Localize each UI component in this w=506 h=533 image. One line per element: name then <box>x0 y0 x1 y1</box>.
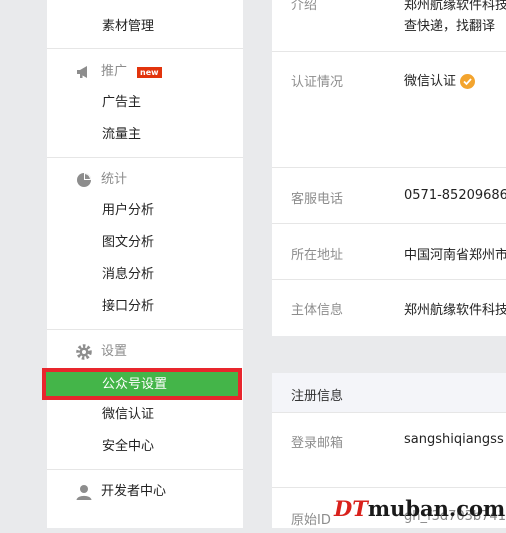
divider <box>47 48 243 49</box>
row-certification: 认证情况 微信认证 <box>272 52 506 168</box>
divider <box>47 469 243 470</box>
sidebar-item-article-analysis[interactable]: 图文分析 <box>102 233 154 253</box>
sidebar-group-developer[interactable]: 开发者中心 <box>75 481 166 503</box>
sidebar-group-promotion: 推广 new <box>75 61 162 83</box>
origin-id-label: 原始ID <box>291 513 331 528</box>
account-info-card: 介绍 郑州航缘软件科技 查快递，找翻译 认证情况 微信认证 客服电话 0571-… <box>272 0 506 336</box>
user-icon <box>76 485 92 500</box>
sidebar-group-statistics: 统计 <box>75 169 127 191</box>
email-label: 登录邮箱 <box>291 436 344 451</box>
cert-label: 认证情况 <box>291 75 344 90</box>
register-section-header: 注册信息 <box>272 373 506 413</box>
sidebar-item-advertiser[interactable]: 广告主 <box>102 93 141 113</box>
divider <box>47 157 243 158</box>
new-badge: new <box>137 66 162 78</box>
megaphone-icon <box>77 66 87 78</box>
gear-icon <box>76 344 92 360</box>
sidebar-item-wechat-verify[interactable]: 微信认证 <box>102 405 154 425</box>
subject-value: 郑州航缘软件科技 <box>404 303 506 318</box>
sidebar-item-security-center[interactable]: 安全中心 <box>102 437 154 457</box>
divider <box>47 329 243 330</box>
cert-value: 微信认证 <box>404 70 476 89</box>
row-email: 登录邮箱 sangshiqiangss <box>272 413 506 488</box>
intro-value-line2: 查快递，找翻译 <box>404 19 496 34</box>
sidebar-item-user-analysis[interactable]: 用户分析 <box>102 201 154 221</box>
sidebar-item-account-settings[interactable]: 公众号设置 <box>42 368 242 400</box>
pie-chart-icon <box>77 173 91 187</box>
subject-label: 主体信息 <box>291 303 344 318</box>
intro-label: 介绍 <box>291 0 318 13</box>
phone-value: 0571-85209686 <box>404 188 506 203</box>
address-value: 中国河南省郑州市 <box>404 248 506 263</box>
email-value: sangshiqiangss <box>404 432 504 447</box>
row-intro: 介绍 郑州航缘软件科技 查快递，找翻译 <box>272 0 506 52</box>
sidebar-item-publisher[interactable]: 流量主 <box>102 125 141 145</box>
intro-value: 郑州航缘软件科技 <box>404 0 506 13</box>
sidebar: 素材管理 推广 new 广告主 流量主 统计 用户分析 图文分析 消息分析 接口分… <box>47 0 243 528</box>
sidebar-item-message-analysis[interactable]: 消息分析 <box>102 265 154 285</box>
sidebar-item-materials[interactable]: 素材管理 <box>102 17 154 37</box>
row-subject: 主体信息 郑州航缘软件科技 <box>272 280 506 335</box>
address-label: 所在地址 <box>291 248 344 263</box>
sidebar-group-settings: 设置 <box>75 341 127 363</box>
watermark-logo: DTmuban.com <box>334 496 506 521</box>
verified-check-icon <box>460 74 476 89</box>
phone-label: 客服电话 <box>291 192 344 207</box>
row-phone: 客服电话 0571-85209686 <box>272 168 506 224</box>
sidebar-item-api-analysis[interactable]: 接口分析 <box>102 297 154 317</box>
row-address: 所在地址 中国河南省郑州市 <box>272 224 506 280</box>
